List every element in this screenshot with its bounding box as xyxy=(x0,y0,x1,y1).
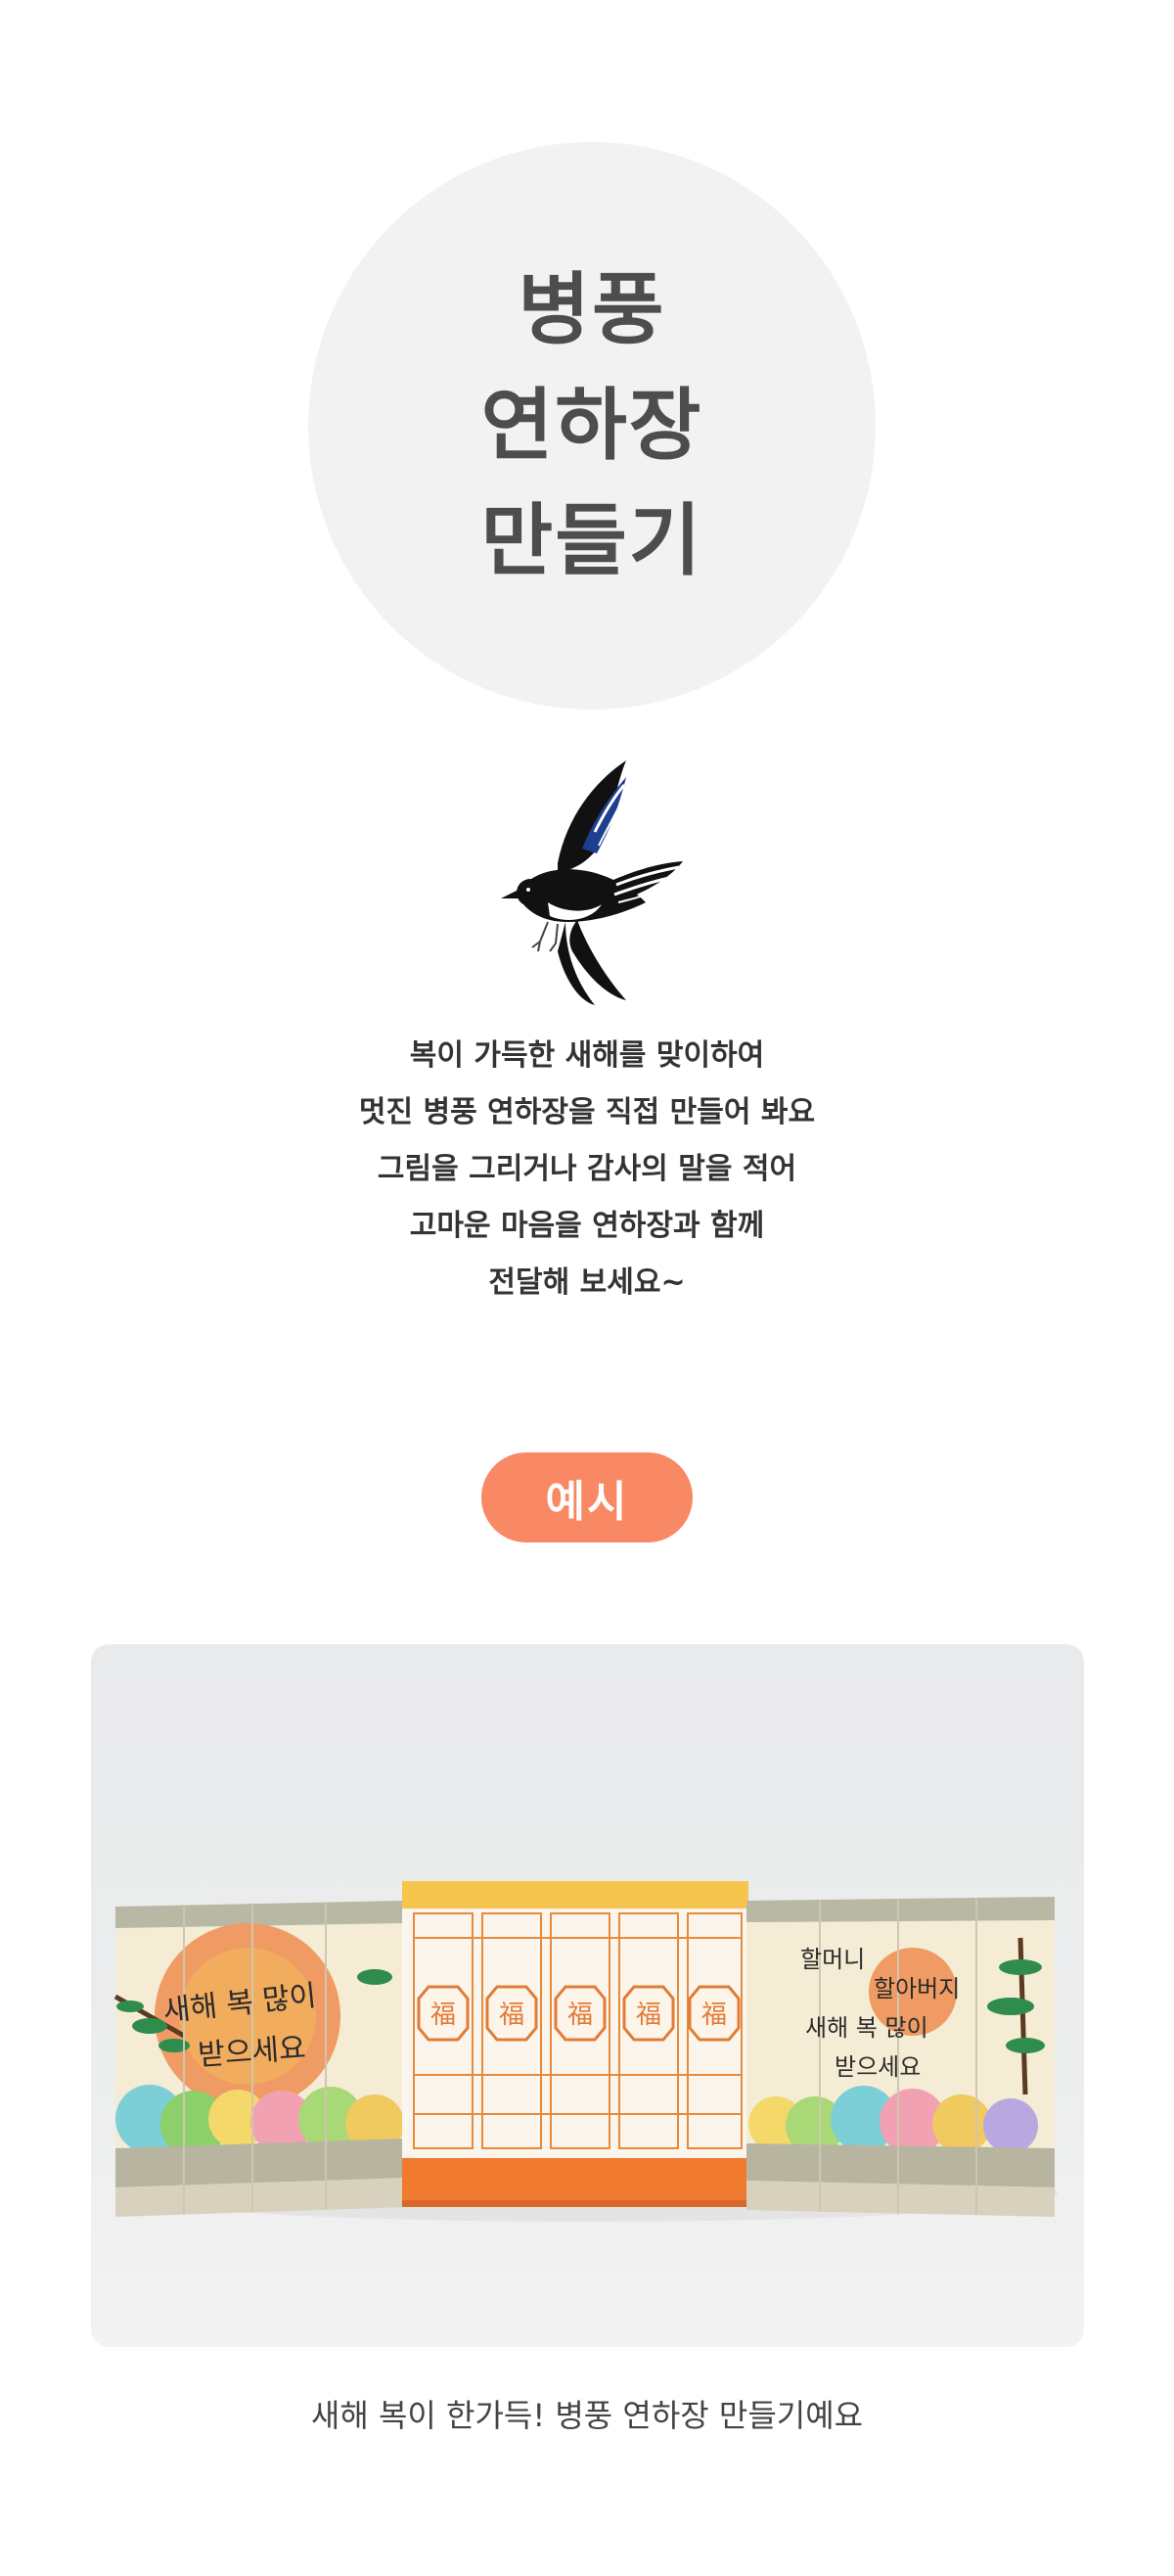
left-screen-panel: 새해 복 많이 받으세요 xyxy=(113,1901,409,2217)
example-photo: 새해 복 많이 받으세요 福 福 福 福 福 할머니 할아버지 새해 복 많이 … xyxy=(91,1644,1084,2347)
center-screen-panel: 福 福 福 福 福 xyxy=(402,1881,748,2207)
fu-char-3: 福 xyxy=(567,2001,593,2030)
photo-caption: 새해 복이 한가득! 병풍 연하장 만들기예요 xyxy=(310,2397,864,2434)
example-badge: 예시 xyxy=(481,1452,693,1542)
fu-char-5: 福 xyxy=(701,2001,727,2030)
fu-char-4: 福 xyxy=(636,2001,661,2030)
magpie-icon xyxy=(489,756,685,1010)
fu-char-1: 福 xyxy=(430,2001,456,2030)
title-line-3: 만들기 xyxy=(480,495,703,586)
intro-text: 복이 가득한 새해를 맞이하여 멋진 병풍 연하장을 직접 만들어 봐요 그림을… xyxy=(0,1028,1174,1311)
right-panel-text-1: 할머니 xyxy=(800,1946,865,1973)
title-line-1: 병풍 xyxy=(518,264,666,355)
right-panel-text-4: 받으세요 xyxy=(835,2053,921,2081)
right-panel-text-2: 할아버지 xyxy=(874,1975,960,2002)
title-line-2: 연하장 xyxy=(480,380,703,471)
intro-line-3: 그림을 그리거나 감사의 말을 적어 xyxy=(377,1152,797,1186)
intro-line-4: 고마운 마음을 연하장과 함께 xyxy=(409,1209,765,1243)
intro-line-2: 멋진 병풍 연하장을 직접 만들어 봐요 xyxy=(358,1095,816,1129)
page: 병풍 연하장 만들기 복이 가득한 새해를 맞이하여 멋진 병풍 연하장을 직접… xyxy=(0,0,1174,2576)
intro-line-5: 전달해 보세요~ xyxy=(488,1265,686,1300)
right-screen-panel: 할머니 할아버지 새해 복 많이 받으세요 xyxy=(746,1897,1055,2217)
title-circle: 병풍 연하장 만들기 xyxy=(308,142,876,710)
right-panel-text-3: 새해 복 많이 xyxy=(805,2014,928,2042)
fu-char-2: 福 xyxy=(499,2001,524,2030)
intro-line-1: 복이 가득한 새해를 맞이하여 xyxy=(409,1038,765,1073)
